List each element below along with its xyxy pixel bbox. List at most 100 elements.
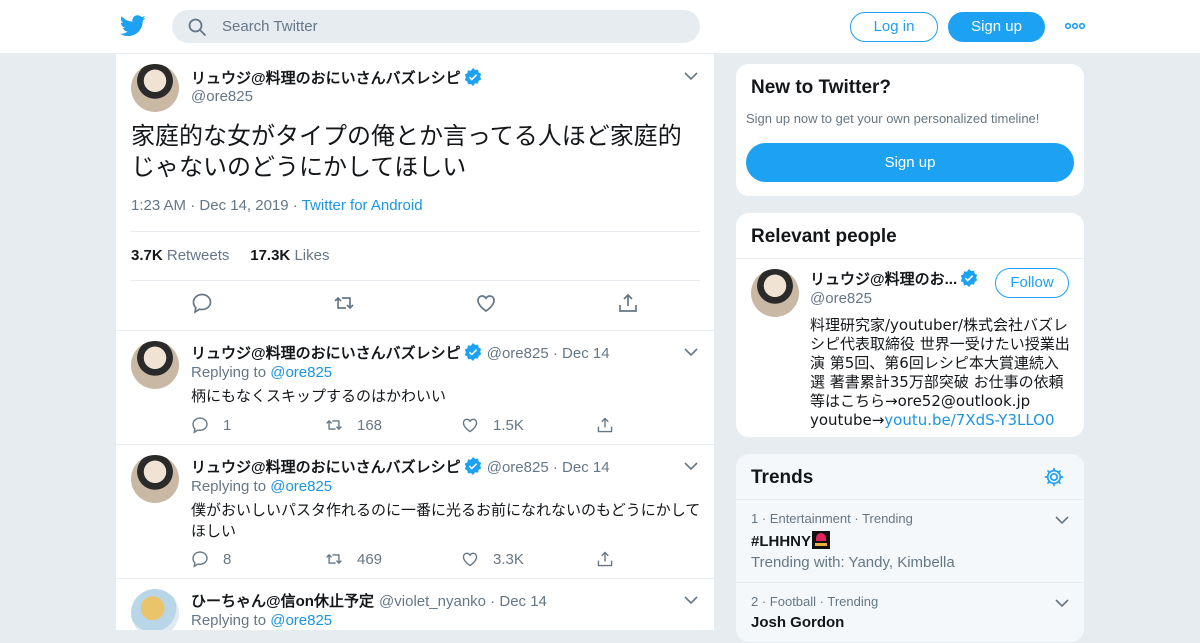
trend-rank: 1 bbox=[751, 511, 759, 526]
retweet-icon bbox=[326, 420, 342, 430]
tweet-source[interactable]: Twitter for Android bbox=[302, 197, 423, 214]
top-bar: Log in Sign up bbox=[0, 0, 1200, 54]
chevron-down-icon[interactable] bbox=[1055, 515, 1069, 525]
new-to-twitter-card: New to Twitter? Sign up now to get your … bbox=[735, 63, 1085, 197]
author-name[interactable]: ひーちゃん@信on休止予定 bbox=[191, 593, 374, 610]
card-title: Relevant people bbox=[751, 226, 897, 247]
replying-to: Replying to @ore825 bbox=[191, 364, 332, 381]
retweet-icon[interactable] bbox=[333, 292, 355, 314]
chevron-down-icon[interactable] bbox=[684, 71, 698, 81]
tweet-time[interactable]: 1:23 AM bbox=[131, 197, 186, 214]
tweet-date[interactable]: Dec 14, 2019 bbox=[199, 197, 288, 214]
avatar[interactable] bbox=[131, 589, 179, 630]
author-name[interactable]: リュウジ@料理のおにいさんバズレシピ bbox=[191, 345, 461, 362]
retweet-button[interactable]: 469 bbox=[325, 549, 382, 569]
likes-label: Likes bbox=[294, 247, 330, 264]
retweets-stat[interactable]: 3.7K Retweets bbox=[131, 247, 229, 264]
replying-to: Replying to @ore825 bbox=[191, 478, 332, 495]
author-handle[interactable]: @ore825 bbox=[487, 459, 549, 476]
likes-count: 17.3K bbox=[250, 247, 291, 264]
like-button[interactable]: 3.3K bbox=[461, 549, 524, 569]
verified-icon bbox=[960, 269, 978, 287]
reply-icon bbox=[192, 417, 208, 434]
reply-date[interactable]: Dec 14 bbox=[562, 459, 610, 476]
follow-button[interactable]: Follow bbox=[995, 268, 1069, 298]
author-handle[interactable]: @ore825 bbox=[487, 345, 549, 362]
likes-stat[interactable]: 17.3K Likes bbox=[250, 247, 329, 264]
chevron-down-icon[interactable] bbox=[1055, 598, 1069, 608]
verified-icon bbox=[464, 457, 481, 475]
divider bbox=[736, 258, 1084, 259]
like-count: 3.3K bbox=[493, 550, 524, 568]
main-tweet: リュウジ@料理のおにいさんバズレシピ @ore825 家庭的な女がタイプの俺とか… bbox=[116, 54, 714, 331]
relevant-people-card: Relevant people リュウジ@料理のお... @ore825 Fol… bbox=[735, 212, 1085, 438]
sidebar-signup-button[interactable]: Sign up bbox=[746, 143, 1074, 182]
share-icon bbox=[597, 417, 613, 433]
avatar[interactable] bbox=[131, 64, 179, 112]
author-handle[interactable]: @violet_nyanko bbox=[379, 593, 486, 610]
person-name-row[interactable]: リュウジ@料理のお... bbox=[810, 268, 978, 289]
signup-button[interactable]: Sign up bbox=[948, 12, 1045, 42]
share-icon bbox=[597, 551, 613, 567]
reply-tweet[interactable]: リュウジ@料理のおにいさんバズレシピ @ore825 · Dec 14 Repl… bbox=[116, 445, 714, 579]
like-icon bbox=[462, 418, 478, 433]
avatar[interactable] bbox=[131, 455, 179, 503]
author-name[interactable]: リュウジ@料理のおにいさんバズレシピ bbox=[191, 70, 461, 87]
card-subtitle: Sign up now to get your own personalized… bbox=[746, 111, 1040, 126]
chevron-down-icon[interactable] bbox=[684, 595, 698, 605]
share-button[interactable] bbox=[596, 549, 628, 569]
like-icon bbox=[462, 552, 478, 567]
reply-button[interactable]: 1 bbox=[191, 415, 231, 435]
trends-card: Trends 1 · Entertainment · Trending #LHH… bbox=[735, 453, 1085, 643]
login-button[interactable]: Log in bbox=[850, 12, 938, 42]
reply-text: 僕がおいしいパスタ作れるのに一番に光るお前になれないのもどうにかしてほしい bbox=[191, 501, 701, 540]
reply-text: 柄にもなくスキップするのはかわいい bbox=[191, 387, 447, 405]
replying-to-link[interactable]: @ore825 bbox=[270, 478, 332, 495]
retweets-count: 3.7K bbox=[131, 247, 163, 264]
tweet-stats: 3.7K Retweets 17.3K Likes bbox=[131, 231, 700, 281]
trend-name[interactable]: #LHHNY bbox=[751, 533, 811, 550]
retweet-button[interactable]: 168 bbox=[325, 415, 382, 435]
avatar[interactable] bbox=[751, 269, 799, 317]
more-icon[interactable] bbox=[1065, 18, 1085, 34]
replying-prefix: Replying to bbox=[191, 612, 267, 629]
reply-button[interactable]: 8 bbox=[191, 549, 231, 569]
chevron-down-icon[interactable] bbox=[684, 461, 698, 471]
trend-category: Entertainment bbox=[769, 511, 851, 526]
like-icon[interactable] bbox=[475, 292, 497, 314]
trend-item[interactable]: 2 · Football · Trending Josh Gordon bbox=[736, 582, 1084, 642]
replying-prefix: Replying to bbox=[191, 364, 267, 381]
person-name[interactable]: リュウジ@料理のお... bbox=[810, 271, 957, 288]
lhhny-emoji-icon bbox=[812, 531, 831, 549]
trend-item[interactable]: 1 · Entertainment · Trending #LHHNY Tren… bbox=[736, 499, 1084, 582]
reply-date[interactable]: Dec 14 bbox=[499, 593, 547, 610]
reply-tweet[interactable]: リュウジ@料理のおにいさんバズレシピ @ore825 · Dec 14 Repl… bbox=[116, 331, 714, 445]
share-button[interactable] bbox=[596, 415, 628, 435]
chevron-down-icon[interactable] bbox=[684, 347, 698, 357]
replying-prefix: Replying to bbox=[191, 478, 267, 495]
replying-to-link[interactable]: @ore825 bbox=[270, 364, 332, 381]
like-button[interactable]: 1.5K bbox=[461, 415, 524, 435]
search-input[interactable] bbox=[222, 10, 682, 43]
reply-tweet[interactable]: ひーちゃん@信on休止予定 @violet_nyanko · Dec 14 Re… bbox=[116, 579, 714, 630]
trend-name-row: #LHHNY bbox=[751, 531, 831, 550]
verified-icon bbox=[464, 343, 481, 361]
bio-link[interactable]: youtu.be/7XdS-Y3LLO0 bbox=[884, 411, 1054, 429]
trend-meta: 1 · Entertainment · Trending bbox=[751, 511, 913, 526]
verified-icon bbox=[464, 68, 481, 86]
avatar[interactable] bbox=[131, 341, 179, 389]
author-name[interactable]: リュウジ@料理のおにいさんバズレシピ bbox=[191, 459, 461, 476]
replying-to-link[interactable]: @ore825 bbox=[270, 612, 332, 629]
reply-actions: 8 469 3.3K bbox=[191, 549, 691, 569]
author-handle[interactable]: @ore825 bbox=[191, 88, 253, 105]
share-icon[interactable] bbox=[617, 292, 639, 314]
search-bar bbox=[172, 10, 700, 43]
gear-icon[interactable] bbox=[1043, 466, 1065, 488]
person-handle[interactable]: @ore825 bbox=[810, 290, 872, 307]
trend-name[interactable]: Josh Gordon bbox=[751, 614, 844, 631]
reply-date[interactable]: Dec 14 bbox=[562, 345, 610, 362]
author-name-row[interactable]: リュウジ@料理のおにいさんバズレシピ bbox=[191, 67, 482, 88]
twitter-bird-icon[interactable] bbox=[120, 14, 146, 38]
trend-subtitle: Trending with: Yandy, Kimbella bbox=[751, 554, 955, 571]
reply-icon[interactable] bbox=[191, 292, 213, 314]
